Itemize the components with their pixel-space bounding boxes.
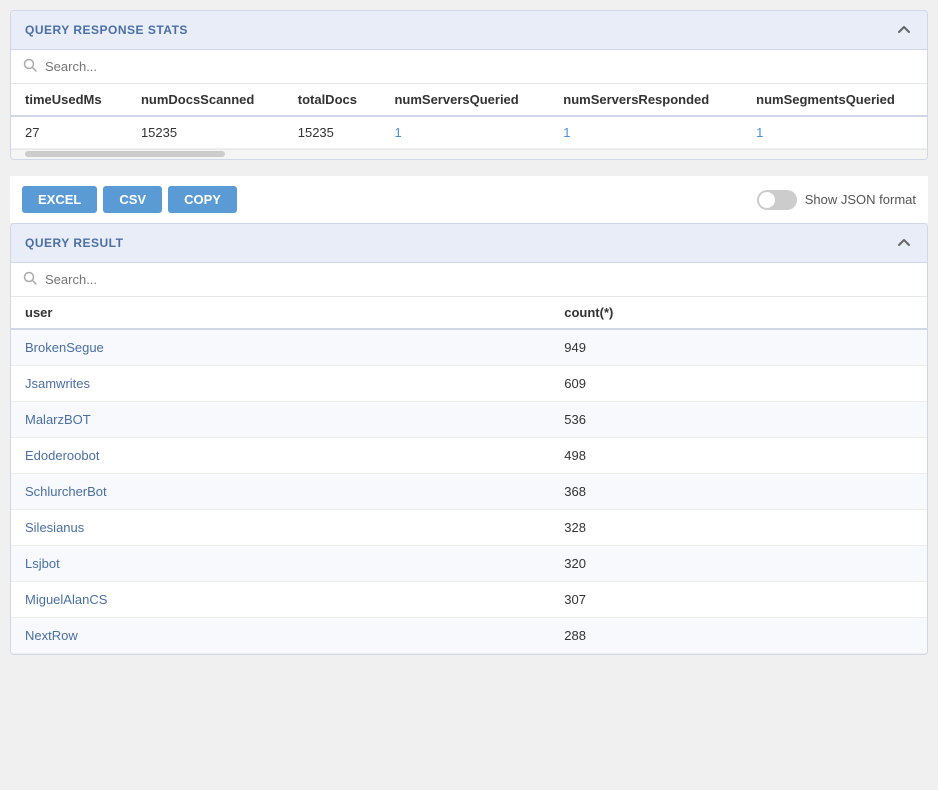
- result-collapse-icon[interactable]: [895, 234, 913, 252]
- cell-user: MalarzBOT: [11, 402, 550, 438]
- list-item: Jsamwrites609: [11, 366, 927, 402]
- cell-numServersResponded: 1: [549, 116, 742, 149]
- list-item: Lsjbot320: [11, 546, 927, 582]
- cell-user: Silesianus: [11, 510, 550, 546]
- stats-search-bar: [11, 50, 927, 84]
- list-item: Edoderoobot498: [11, 438, 927, 474]
- col-totalDocs: totalDocs: [284, 84, 381, 116]
- result-table-header-row: user count(*): [11, 297, 927, 329]
- result-table: user count(*) BrokenSegue949Jsamwrites60…: [11, 297, 927, 654]
- cell-user: Jsamwrites: [11, 366, 550, 402]
- cell-count: 536: [550, 402, 927, 438]
- stats-collapse-icon[interactable]: [895, 21, 913, 39]
- list-item: NextRow288: [11, 618, 927, 654]
- stats-scrollbar-thumb: [25, 151, 225, 157]
- result-search-input[interactable]: [45, 272, 915, 287]
- cell-user: SchlurcherBot: [11, 474, 550, 510]
- cell-count: 328: [550, 510, 927, 546]
- cell-numSegmentsQueried: 1: [742, 116, 927, 149]
- copy-button[interactable]: COPY: [168, 186, 237, 213]
- json-toggle-label: Show JSON format: [805, 192, 916, 207]
- cell-user: BrokenSegue: [11, 329, 550, 366]
- stats-scrollbar[interactable]: [11, 149, 927, 159]
- list-item: MiguelAlanCS307: [11, 582, 927, 618]
- cell-count: 307: [550, 582, 927, 618]
- cell-timeUsedMs: 27: [11, 116, 127, 149]
- cell-count: 498: [550, 438, 927, 474]
- cell-user: MiguelAlanCS: [11, 582, 550, 618]
- list-item: MalarzBOT536: [11, 402, 927, 438]
- result-panel-title: QUERY RESULT: [25, 236, 123, 250]
- json-toggle-area: Show JSON format: [757, 190, 916, 210]
- col-user: user: [11, 297, 550, 329]
- csv-button[interactable]: CSV: [103, 186, 162, 213]
- cell-count: 288: [550, 618, 927, 654]
- result-search-icon: [23, 271, 37, 288]
- stats-table: timeUsedMs numDocsScanned totalDocs numS…: [11, 84, 927, 149]
- stats-table-header-row: timeUsedMs numDocsScanned totalDocs numS…: [11, 84, 927, 116]
- result-table-wrapper: user count(*) BrokenSegue949Jsamwrites60…: [11, 297, 927, 654]
- result-panel: QUERY RESULT user count(*): [10, 223, 928, 655]
- col-count: count(*): [550, 297, 927, 329]
- cell-numDocsScanned: 15235: [127, 116, 284, 149]
- col-timeUsedMs: timeUsedMs: [11, 84, 127, 116]
- cell-totalDocs: 15235: [284, 116, 381, 149]
- cell-count: 368: [550, 474, 927, 510]
- cell-count: 609: [550, 366, 927, 402]
- stats-panel-header: QUERY RESPONSE STATS: [11, 11, 927, 50]
- cell-numServersQueried: 1: [380, 116, 549, 149]
- col-numDocsScanned: numDocsScanned: [127, 84, 284, 116]
- json-format-toggle[interactable]: [757, 190, 797, 210]
- cell-user: NextRow: [11, 618, 550, 654]
- cell-count: 949: [550, 329, 927, 366]
- result-scroll-area[interactable]: user count(*) BrokenSegue949Jsamwrites60…: [11, 297, 927, 654]
- cell-user: Edoderoobot: [11, 438, 550, 474]
- list-item: BrokenSegue949: [11, 329, 927, 366]
- col-numServersResponded: numServersResponded: [549, 84, 742, 116]
- excel-button[interactable]: EXCEL: [22, 186, 97, 213]
- cell-user: Lsjbot: [11, 546, 550, 582]
- stats-search-icon: [23, 58, 37, 75]
- stats-table-wrapper: timeUsedMs numDocsScanned totalDocs numS…: [11, 84, 927, 149]
- col-numSegmentsQueried: numSegmentsQueried: [742, 84, 927, 116]
- result-search-bar: [11, 263, 927, 297]
- col-numServersQueried: numServersQueried: [380, 84, 549, 116]
- stats-search-input[interactable]: [45, 59, 915, 74]
- export-buttons: EXCEL CSV COPY: [22, 186, 237, 213]
- cell-count: 320: [550, 546, 927, 582]
- list-item: Silesianus328: [11, 510, 927, 546]
- result-panel-header: QUERY RESULT: [11, 224, 927, 263]
- stats-panel-title: QUERY RESPONSE STATS: [25, 23, 188, 37]
- table-row: 271523515235111: [11, 116, 927, 149]
- export-bar: EXCEL CSV COPY Show JSON format: [10, 176, 928, 223]
- stats-panel: QUERY RESPONSE STATS timeUsedMs numDocsS…: [10, 10, 928, 160]
- list-item: SchlurcherBot368: [11, 474, 927, 510]
